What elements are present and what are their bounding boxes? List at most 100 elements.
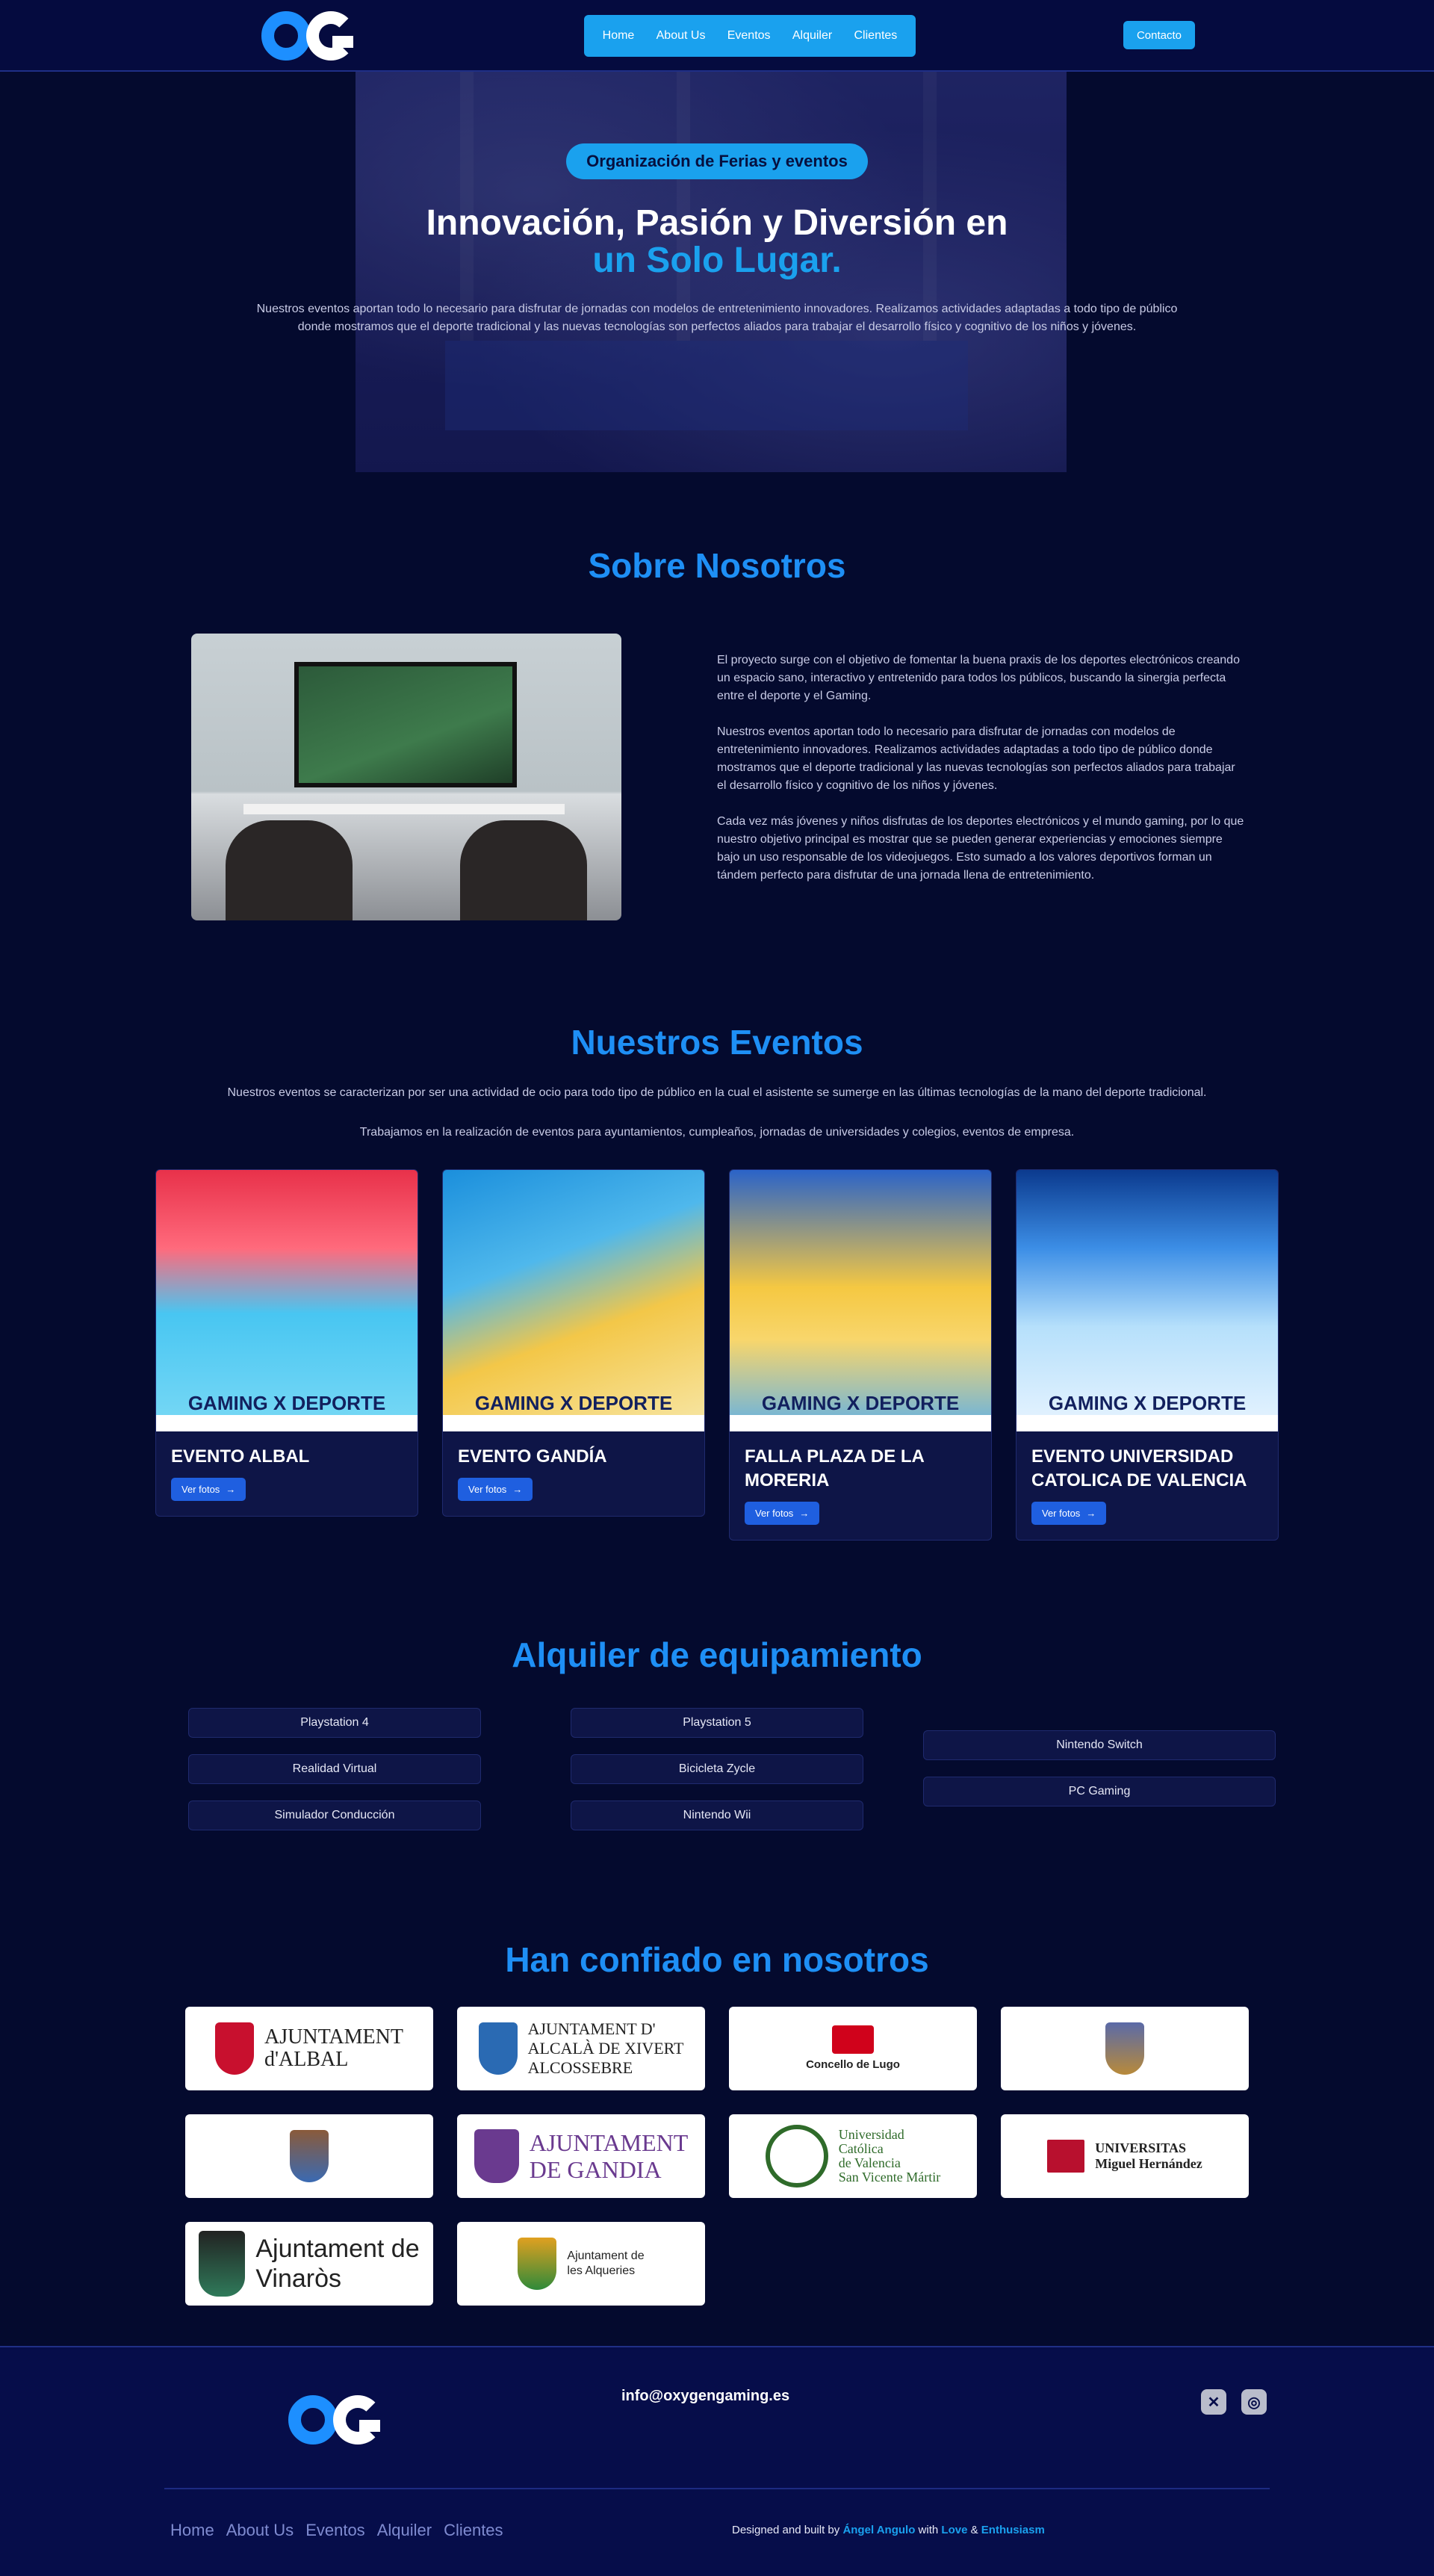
nav-link-home[interactable]: Home <box>603 29 635 43</box>
events-intro-2: Trabajamos en la realización de eventos … <box>359 1126 1075 1139</box>
client-logo-vinaros: Ajuntament de Vinaròs <box>185 2222 433 2306</box>
event-name: EVENTO GANDÍA <box>458 1446 607 1467</box>
arrow-right-icon: → <box>512 1484 523 1495</box>
about-paragraph-2: Nuestros eventos aportan todo lo necesar… <box>717 725 1235 792</box>
nav-link-eventos[interactable]: Eventos <box>727 29 771 43</box>
client-logo-gandia: AJUNTAMENT DE GANDIA <box>457 2114 705 2198</box>
logo-g-shape <box>333 2395 382 2445</box>
rental-item: Nintendo Switch <box>923 1730 1276 1760</box>
client-logo-text: Concello de Lugo <box>806 2058 900 2071</box>
event-name: EVENTO ALBAL <box>171 1446 310 1467</box>
event-poster-title: GAMING X DEPORTE <box>474 1392 673 1414</box>
event-name: EVENTO UNIVERSIDAD CATOLICA DE VALENCIA <box>1031 1446 1247 1490</box>
client-logo-crest-2 <box>185 2114 433 2198</box>
about-title: Sobre Nosotros <box>588 546 846 585</box>
instagram-icon[interactable]: ◎ <box>1241 2389 1267 2415</box>
view-photos-label: Ver fotos <box>181 1484 220 1495</box>
client-logo-lugo: Concello de Lugo <box>729 2007 977 2090</box>
rental-item: Playstation 5 <box>571 1708 863 1738</box>
nav-link-alquiler[interactable]: Alquiler <box>792 29 832 43</box>
main-menu: Home About Us Eventos Alquiler Clientes <box>584 15 916 57</box>
client-logo-alqueries: Ajuntament de les Alqueries <box>457 2222 705 2306</box>
footer-link-clientes[interactable]: Clientes <box>444 2521 503 2540</box>
footer-divider <box>164 2488 1270 2489</box>
brand-logo[interactable] <box>261 11 356 61</box>
event-card-ucv: GAMING X DEPORTE EVENTO UNIVERSIDAD CATO… <box>1016 1169 1279 1541</box>
client-logo-ucv: Universidad Católica de Valencia San Vic… <box>729 2114 977 2198</box>
footer-link-home[interactable]: Home <box>170 2521 214 2540</box>
hero-title-line2: un Solo Lugar. <box>592 241 842 280</box>
footer-link-alquiler[interactable]: Alquiler <box>377 2521 432 2540</box>
logo-o-shape <box>261 11 311 61</box>
event-name: FALLA PLAZA DE LA MORERIA <box>745 1446 924 1490</box>
footer-link-about[interactable]: About Us <box>226 2521 294 2540</box>
hero-title: Innovación, Pasión y Diversión en un Sol… <box>269 205 1165 279</box>
rental-title: Alquiler de equipamiento <box>512 1635 922 1674</box>
view-photos-button[interactable]: Ver fotos → <box>171 1478 246 1501</box>
view-photos-label: Ver fotos <box>755 1508 794 1519</box>
client-logo-crest-1 <box>1001 2007 1249 2090</box>
credit-enthusiasm: Enthusiasm <box>981 2524 1045 2536</box>
rental-item: Bicicleta Zycle <box>571 1754 863 1784</box>
client-logo-alcala: AJUNTAMENT D' ALCALÀ DE XIVERT ALCOSSEBR… <box>457 2007 705 2090</box>
client-logo-text: Ajuntament de Vinaròs <box>255 2235 420 2293</box>
client-logo-umh: UNIVERSITAS Miguel Hernández <box>1001 2114 1249 2198</box>
view-photos-label: Ver fotos <box>468 1484 507 1495</box>
hero-badge: Organización de Ferias y eventos <box>566 143 868 179</box>
event-poster-falla: GAMING X DEPORTE <box>730 1170 991 1431</box>
hero-description: Nuestros eventos aportan todo lo necesar… <box>256 303 1178 333</box>
arrow-right-icon: → <box>1086 1508 1096 1519</box>
about-paragraph-1: El proyecto surge con el objetivo de fom… <box>717 654 1240 702</box>
x-icon[interactable]: ✕ <box>1201 2389 1226 2415</box>
footer: info@oxygengaming.es ✕ ◎ Home About Us E… <box>0 2346 1434 2576</box>
view-photos-button[interactable]: Ver fotos → <box>745 1502 820 1525</box>
nav-link-about[interactable]: About Us <box>657 29 706 43</box>
rental-item: Simulador Conducción <box>188 1801 481 1830</box>
about-paragraph-3: Cada vez más jóvenes y niños disfrutas d… <box>717 815 1244 882</box>
contact-button[interactable]: Contacto <box>1123 21 1195 49</box>
view-photos-label: Ver fotos <box>1042 1508 1081 1519</box>
clients-title: Han confiado en nosotros <box>505 1940 929 1979</box>
client-logo-text: UNIVERSITAS Miguel Hernández <box>1095 2140 1202 2171</box>
credit-author-link[interactable]: Ángel Angulo <box>842 2524 915 2536</box>
event-poster-title: GAMING X DEPORTE <box>761 1392 960 1414</box>
event-card-falla-moreria: GAMING X DEPORTE FALLA PLAZA DE LA MORER… <box>729 1169 992 1541</box>
rental-item: Realidad Virtual <box>188 1754 481 1784</box>
event-poster-gandia: GAMING X DEPORTE <box>443 1170 704 1431</box>
credit-prefix: Designed and built by <box>732 2524 840 2536</box>
client-logo-text: AJUNTAMENT d'ALBAL <box>264 2025 403 2071</box>
footer-link-eventos[interactable]: Eventos <box>305 2521 365 2540</box>
event-poster-ucv: GAMING X DEPORTE <box>1016 1170 1278 1431</box>
event-poster-title: GAMING X DEPORTE <box>187 1392 386 1414</box>
client-logo-text: AJUNTAMENT DE GANDIA <box>529 2129 689 2183</box>
client-logo-albal: AJUNTAMENT d'ALBAL <box>185 2007 433 2090</box>
view-photos-button[interactable]: Ver fotos → <box>1031 1502 1107 1525</box>
hero-title-line1: Innovación, Pasión y Diversión en <box>426 203 1008 243</box>
footer-logo[interactable] <box>288 2395 382 2445</box>
credit-amp: & <box>970 2524 978 2536</box>
footer-email-link[interactable]: info@oxygengaming.es <box>621 2388 789 2405</box>
event-card-albal: GAMING X DEPORTE EVENTO ALBAL Ver fotos → <box>155 1169 418 1517</box>
credit-love: Love <box>941 2524 968 2536</box>
footer-credit: Designed and built by Ángel Angulo with … <box>732 2524 1045 2536</box>
logo-g-shape <box>306 11 356 61</box>
event-poster-albal: GAMING X DEPORTE <box>156 1170 418 1431</box>
credit-with: with <box>918 2524 939 2536</box>
client-logo-text: Universidad Católica de Valencia San Vic… <box>838 2127 941 2185</box>
about-photo <box>191 634 621 920</box>
rental-item: Nintendo Wii <box>571 1801 863 1830</box>
about-text: El proyecto surge con el objetivo de fom… <box>717 651 1247 902</box>
event-poster-title: GAMING X DEPORTE <box>1048 1392 1247 1414</box>
top-navbar: Home About Us Eventos Alquiler Clientes … <box>0 0 1434 72</box>
events-intro-1: Nuestros eventos se caracterizan por ser… <box>227 1086 1207 1099</box>
logo-o-shape <box>288 2395 338 2445</box>
arrow-right-icon: → <box>226 1484 236 1495</box>
rental-item: Playstation 4 <box>188 1708 481 1738</box>
events-title: Nuestros Eventos <box>571 1023 863 1062</box>
client-logo-text: Ajuntament de les Alqueries <box>567 2250 645 2277</box>
rental-item: PC Gaming <box>923 1777 1276 1806</box>
view-photos-button[interactable]: Ver fotos → <box>458 1478 533 1501</box>
arrow-right-icon: → <box>799 1508 810 1519</box>
nav-link-clientes[interactable]: Clientes <box>854 29 898 43</box>
client-logo-text: AJUNTAMENT D' ALCALÀ DE XIVERT ALCOSSEBR… <box>527 2019 684 2077</box>
